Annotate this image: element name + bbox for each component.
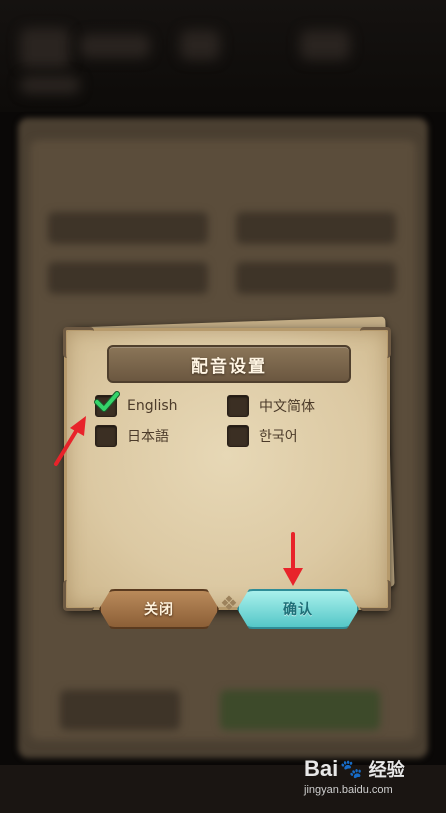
checkbox[interactable] [94, 391, 120, 417]
option-japanese[interactable]: 日本語 [95, 425, 169, 447]
option-label: 中文简体 [259, 399, 315, 415]
dialog-title: 配音设置 [191, 356, 267, 377]
annotation-arrow-icon [54, 416, 86, 466]
background-row [60, 690, 180, 730]
background-row [48, 262, 208, 294]
background-row [236, 212, 396, 244]
option-chinese-simplified[interactable]: 中文简体 [227, 395, 315, 417]
voice-settings-dialog: 配音设置 English 中文简体 日本語 한국어 关闭 ❖ 确认 [63, 327, 391, 629]
option-english[interactable]: English [94, 391, 178, 417]
option-label: 한국어 [259, 429, 298, 445]
checkbox[interactable] [227, 425, 249, 447]
annotation-arrow-icon [283, 532, 303, 586]
option-label: English [127, 398, 178, 414]
checkbox[interactable] [95, 425, 117, 447]
corner-ornament [63, 580, 94, 611]
option-korean[interactable]: 한국어 [227, 425, 298, 447]
corner-ornament [360, 580, 391, 611]
option-label: 日本語 [127, 429, 169, 445]
background-row [236, 262, 396, 294]
background-row [48, 212, 208, 244]
divider-ornament-icon: ❖ [220, 591, 238, 615]
paw-icon: 🐾 [340, 758, 363, 779]
checkbox[interactable] [227, 395, 249, 417]
watermark-brand-right: 经验 [368, 760, 405, 780]
watermark-url: jingyan.baidu.com [304, 784, 393, 796]
checkmark-icon [94, 391, 120, 412]
dialog-title-bar: 配音设置 [107, 345, 351, 383]
background-row [220, 690, 380, 730]
watermark-brand-left: Bai [304, 756, 339, 781]
confirm-button[interactable]: 确认 [237, 589, 359, 629]
close-button[interactable]: 关闭 [99, 589, 219, 629]
corner-ornament [360, 327, 391, 358]
background-top-bar [0, 0, 446, 112]
corner-ornament [63, 327, 94, 358]
baidu-jingyan-watermark: Bai 🐾 经验 jingyan.baidu.com [304, 756, 440, 808]
